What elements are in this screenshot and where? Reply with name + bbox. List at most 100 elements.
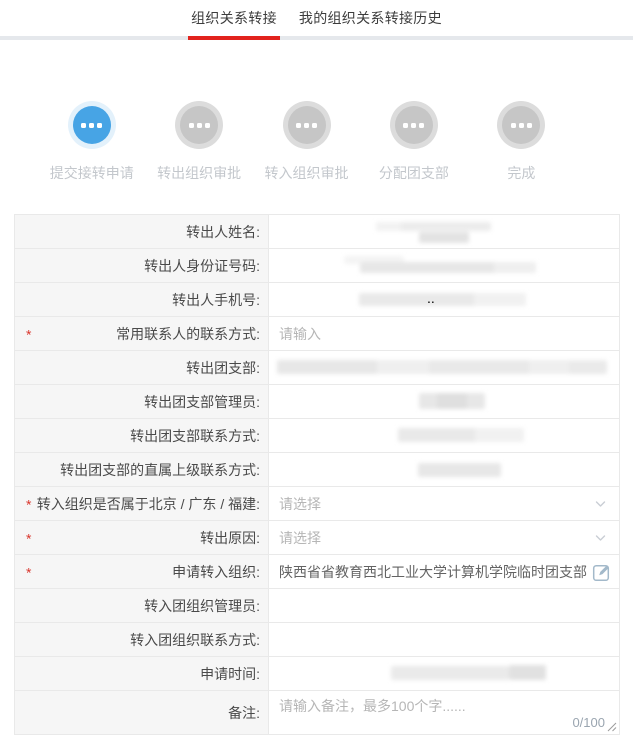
step-3-label: 转入组织审批 [265, 163, 349, 183]
transfer-out-branch-admin-redacted-value [269, 385, 619, 418]
target-region-placeholder: 请选择 [279, 494, 321, 514]
target-region-select[interactable]: 请选择 [269, 487, 619, 520]
target-org-contact-label-cell: 转入团组织联系方式: [15, 623, 269, 656]
tab-transfer-history[interactable]: 我的组织关系转接历史 [296, 0, 445, 36]
form-row-target-region: *转入组织是否属于北京 / 广东 / 福建: 请选择 [15, 487, 619, 521]
step-5-ellipsis-icon [502, 106, 540, 144]
form-row-remark: 备注: 请输入备注，最多100个字......0/100 [15, 691, 619, 735]
remark-label: 备注: [228, 703, 260, 723]
step-2-ellipsis-icon [180, 106, 218, 144]
transfer-out-reason-select[interactable]: 请选择 [269, 521, 619, 554]
remark-label-cell: 备注: [15, 691, 269, 734]
dot [296, 123, 301, 128]
redaction-smudge [429, 360, 529, 374]
transfer-out-id-number-value [269, 249, 619, 282]
dot [304, 123, 309, 128]
step-4-ellipsis-icon [395, 106, 433, 144]
redaction-smudge [474, 293, 526, 306]
redaction-smudge [437, 393, 467, 409]
form-row-transfer-out-name: 转出人姓名: [15, 215, 619, 249]
transfer-out-branch-contact-value [269, 419, 619, 452]
transfer-out-branch-superior-contact-label-cell: 转出团支部的直属上级联系方式: [15, 453, 269, 486]
step-5-label: 完成 [507, 163, 535, 183]
target-org-contact-label: 转入团组织联系方式: [130, 630, 260, 650]
transfer-form: 转出人姓名:转出人身份证号码:转出人手机号:..*常用联系人的联系方式:请输入转… [14, 214, 620, 735]
dot [419, 123, 424, 128]
transfer-out-branch-redacted-value [269, 351, 619, 384]
step-4: 分配团支部 [360, 106, 467, 183]
target-org-admin-value [269, 589, 619, 622]
dot [312, 123, 317, 128]
dot [197, 123, 202, 128]
transfer-out-branch-contact-label-cell: 转出团支部联系方式: [15, 419, 269, 452]
step-5: 完成 [468, 106, 575, 183]
transfer-out-branch-contact-label: 转出团支部联系方式: [130, 426, 260, 446]
transfer-out-branch-admin-label: 转出团支部管理员: [144, 392, 260, 412]
transfer-out-branch-contact-redacted-value [269, 419, 619, 452]
tab-org-transfer-label: 组织关系转接 [191, 8, 277, 28]
frequent-contact-placeholder: 请输入 [279, 324, 321, 344]
chevron-down-icon [594, 531, 607, 544]
remark-placeholder: 请输入备注，最多100个字...... [279, 696, 609, 716]
redaction-smudge [418, 463, 501, 477]
redaction-smudge [376, 222, 491, 231]
form-row-transfer-out-reason: *转出原因:请选择 [15, 521, 619, 555]
redaction-smudge [391, 666, 509, 680]
transfer-out-name-label: 转出人姓名: [186, 222, 260, 242]
dot [511, 123, 516, 128]
step-3: 转入组织审批 [253, 106, 360, 183]
redaction-smudge [509, 665, 546, 680]
target-organization-label: 申请转入组织: [172, 562, 260, 582]
dot [205, 123, 210, 128]
apply-time-value [269, 657, 619, 690]
target-organization-edit-button[interactable] [592, 562, 612, 582]
dot [403, 123, 408, 128]
redaction-smudge [419, 393, 485, 409]
redaction-smudge [401, 222, 491, 231]
transfer-out-phone-value: .. [269, 283, 619, 316]
form-row-apply-time: 申请时间: [15, 657, 619, 691]
redaction-smudge [494, 262, 536, 273]
target-organization-text: 陕西省省教育西北工业大学计算机学院临时团支部 [279, 562, 587, 582]
frequent-contact-label: 常用联系人的联系方式: [116, 324, 260, 344]
dot [97, 123, 102, 128]
tab-bar: 组织关系转接 我的组织关系转接历史 [0, 0, 633, 40]
apply-time-label-cell: 申请时间: [15, 657, 269, 690]
apply-time-redacted-value [269, 657, 619, 690]
remark-textarea[interactable]: 请输入备注，最多100个字......0/100 [269, 691, 619, 734]
resize-handle[interactable] [606, 721, 617, 732]
dot [81, 123, 86, 128]
dot [519, 123, 524, 128]
transfer-out-name-label-cell: 转出人姓名: [15, 215, 269, 248]
transfer-out-phone-redacted-value [269, 283, 619, 316]
tab-org-transfer[interactable]: 组织关系转接 [188, 0, 280, 36]
redaction-smudge [360, 262, 510, 273]
transfer-out-id-number-label-cell: 转出人身份证号码: [15, 249, 269, 282]
redaction-smudge [277, 360, 377, 374]
step-2: 转出组织审批 [145, 106, 252, 183]
dot [189, 123, 194, 128]
form-row-target-org-admin: 转入团组织管理员: [15, 589, 619, 623]
frequent-contact-label-cell: *常用联系人的联系方式: [15, 317, 269, 350]
target-organization-label-cell: * 申请转入组织: [15, 555, 269, 588]
target-region-label-cell: *转入组织是否属于北京 / 广东 / 福建: [15, 487, 269, 520]
edit-pencil-icon [592, 570, 612, 585]
chevron-down-icon [594, 497, 607, 510]
redaction-smudge [344, 256, 404, 264]
transfer-out-branch-superior-contact-value [269, 453, 619, 486]
transfer-out-id-number-redacted-value [269, 249, 619, 282]
transfer-out-branch-label-cell: 转出团支部: [15, 351, 269, 384]
required-asterisk: * [26, 564, 31, 580]
form-row-target-organization: * 申请转入组织: 陕西省省教育西北工业大学计算机学院临时团支部 [15, 555, 619, 589]
step-4-label: 分配团支部 [379, 163, 449, 183]
form-row-frequent-contact: *常用联系人的联系方式: 请输入 [15, 317, 619, 351]
step-1-ellipsis-icon [73, 106, 111, 144]
redaction-smudge [475, 428, 524, 442]
redaction-smudge [359, 293, 479, 306]
step-1-label: 提交接转申请 [50, 163, 134, 183]
form-row-target-org-contact: 转入团组织联系方式: [15, 623, 619, 657]
redaction-smudge [277, 360, 607, 374]
dot [411, 123, 416, 128]
frequent-contact-input[interactable]: 请输入 [269, 317, 619, 350]
transfer-out-name-redacted-value [269, 215, 619, 248]
